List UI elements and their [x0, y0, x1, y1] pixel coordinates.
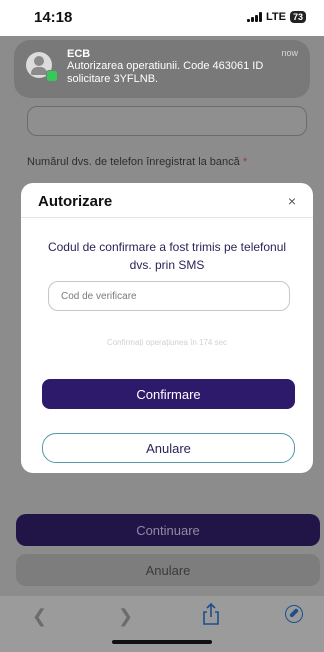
continue-button: Continuare: [16, 514, 320, 546]
network-type: LTE: [266, 11, 286, 23]
notification-sender: ECB: [67, 48, 91, 60]
signal-icon: [247, 12, 263, 22]
battery-icon: 73: [289, 11, 306, 23]
home-indicator: [112, 640, 212, 644]
notification-time: now: [281, 48, 298, 58]
back-icon[interactable]: ❮: [32, 606, 47, 627]
sms-sent-message: Codul de confirmare a fost trimis pe tel…: [47, 240, 287, 272]
compass-icon[interactable]: [285, 605, 303, 623]
messages-app-icon: [46, 70, 58, 82]
background-cancel-button: Anulare: [16, 554, 320, 586]
notification-message: Autorizarea operatiunii. Code 463061 ID …: [67, 60, 264, 85]
modal-divider: [21, 217, 313, 218]
share-icon[interactable]: [201, 602, 221, 631]
status-indicators: LTE 73: [247, 11, 306, 23]
phone-number-label: Numărul dvs. de telefon înregistrat la b…: [27, 156, 247, 168]
cancel-button[interactable]: Anulare: [42, 433, 295, 463]
background-input-field: [27, 106, 307, 136]
authorization-modal: Autorizare × Codul de confirmare a fost …: [21, 183, 313, 473]
verification-code-input[interactable]: [48, 281, 290, 311]
browser-toolbar: ❮ ❯: [0, 596, 324, 652]
modal-title: Autorizare: [38, 193, 113, 210]
confirm-button[interactable]: Confirmare: [42, 379, 295, 409]
push-notification[interactable]: ECB now Autorizarea operatiunii. Code 46…: [14, 40, 310, 98]
phone-number-label-text: Numărul dvs. de telefon înregistrat la b…: [27, 156, 240, 168]
close-icon[interactable]: ×: [283, 192, 301, 210]
status-bar: 14:18 LTE 73: [0, 0, 324, 36]
required-asterisk: *: [242, 156, 248, 168]
status-time: 14:18: [34, 9, 73, 26]
countdown-text: Confirmați operațiunea în 174 sec: [106, 338, 228, 347]
forward-icon[interactable]: ❯: [118, 606, 133, 627]
